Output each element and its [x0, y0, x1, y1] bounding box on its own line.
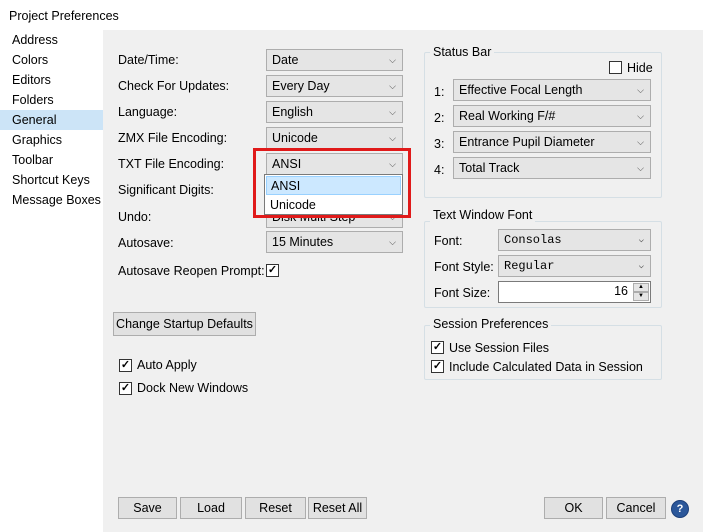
undo-label: Undo: — [118, 210, 152, 224]
status-row-2-value: Real Working F/# — [459, 109, 556, 123]
status-row-2-combo[interactable]: Real Working F/# ⌵ — [453, 105, 651, 127]
chevron-down-icon: ⌵ — [638, 261, 644, 271]
session-preferences-title: Session Preferences — [430, 317, 552, 331]
use-session-files-label: Use Session Files — [449, 341, 550, 355]
status-row-1-label: 1: — [434, 85, 445, 99]
status-row-3-value: Entrance Pupil Diameter — [459, 135, 595, 149]
annotation-highlight-box — [253, 148, 411, 218]
chevron-down-icon: ⌵ — [389, 237, 396, 247]
chevron-down-icon: ⌵ — [638, 235, 644, 245]
autosave-label: Autosave: — [118, 236, 174, 250]
status-row-4-label: 4: — [434, 163, 445, 177]
language-value: English — [272, 105, 313, 119]
ok-button[interactable]: OK — [544, 497, 603, 519]
font-style-combo[interactable]: Regular ⌵ — [498, 255, 651, 277]
font-label: Font: — [434, 234, 463, 248]
dock-new-windows-label: Dock New Windows — [137, 381, 249, 395]
reset-all-button[interactable]: Reset All — [308, 497, 367, 519]
sidebar-item-general[interactable]: General — [0, 110, 103, 130]
sidebar-item-shortcut-keys[interactable]: Shortcut Keys — [0, 170, 103, 190]
change-startup-defaults-button[interactable]: Change Startup Defaults — [113, 312, 256, 336]
text-window-font-title: Text Window Font — [430, 208, 536, 222]
chevron-down-icon: ⌵ — [389, 81, 396, 91]
sidebar-item-graphics[interactable]: Graphics — [0, 130, 103, 150]
spinner-buttons: ▲ ▼ — [633, 283, 649, 301]
status-row-2-label: 2: — [434, 111, 445, 125]
date-time-label: Date/Time: — [118, 53, 179, 67]
language-label: Language: — [118, 105, 178, 119]
status-row-1-value: Effective Focal Length — [459, 83, 583, 97]
hide-label: Hide — [627, 61, 653, 75]
chevron-down-icon: ⌵ — [389, 133, 396, 143]
status-row-3-label: 3: — [434, 137, 445, 151]
load-button[interactable]: Load — [180, 497, 242, 519]
save-button[interactable]: Save — [118, 497, 177, 519]
check-updates-value: Every Day — [272, 79, 330, 93]
dock-new-windows-checkbox[interactable]: ✓ — [119, 382, 132, 395]
font-combo[interactable]: Consolas ⌵ — [498, 229, 651, 251]
sidebar-item-toolbar[interactable]: Toolbar — [0, 150, 103, 170]
date-time-combo[interactable]: Date ⌵ — [266, 49, 403, 71]
autosave-reopen-checkbox[interactable]: ✓ — [266, 264, 279, 277]
check-updates-combo[interactable]: Every Day ⌵ — [266, 75, 403, 97]
sidebar: Address Colors Editors Folders General G… — [0, 30, 103, 532]
status-row-4-value: Total Track — [459, 161, 520, 175]
spin-up-icon[interactable]: ▲ — [633, 283, 649, 292]
chevron-down-icon: ⌵ — [637, 137, 644, 147]
font-style-value: Regular — [504, 259, 555, 273]
cancel-button[interactable]: Cancel — [606, 497, 666, 519]
reset-button[interactable]: Reset — [245, 497, 306, 519]
include-calculated-data-label: Include Calculated Data in Session — [449, 360, 643, 374]
sidebar-item-colors[interactable]: Colors — [0, 50, 103, 70]
status-bar-title: Status Bar — [430, 45, 495, 59]
hide-checkbox[interactable] — [609, 61, 622, 74]
chevron-down-icon: ⌵ — [637, 163, 644, 173]
help-icon[interactable]: ? — [671, 500, 689, 518]
sidebar-item-message-boxes[interactable]: Message Boxes — [0, 190, 103, 210]
zmx-encoding-combo[interactable]: Unicode ⌵ — [266, 127, 403, 149]
title-bar: Project Preferences — [0, 0, 703, 30]
font-value: Consolas — [504, 233, 562, 247]
font-size-spinner[interactable]: 16 ▲ ▼ — [498, 281, 651, 303]
include-calculated-data-checkbox[interactable]: ✓ — [431, 360, 444, 373]
autosave-value: 15 Minutes — [272, 235, 334, 249]
status-row-3-combo[interactable]: Entrance Pupil Diameter ⌵ — [453, 131, 651, 153]
language-combo[interactable]: English ⌵ — [266, 101, 403, 123]
significant-digits-label: Significant Digits: — [118, 183, 214, 197]
auto-apply-checkbox[interactable]: ✓ — [119, 359, 132, 372]
zmx-encoding-value: Unicode — [272, 131, 318, 145]
general-panel: Date/Time: Date ⌵ Check For Updates: Ever… — [103, 30, 703, 532]
txt-encoding-label: TXT File Encoding: — [118, 157, 225, 171]
zmx-encoding-label: ZMX File Encoding: — [118, 131, 228, 145]
status-row-4-combo[interactable]: Total Track ⌵ — [453, 157, 651, 179]
use-session-files-checkbox[interactable]: ✓ — [431, 341, 444, 354]
font-size-label: Font Size: — [434, 286, 491, 300]
chevron-down-icon: ⌵ — [637, 85, 644, 95]
spin-down-icon[interactable]: ▼ — [633, 292, 649, 301]
chevron-down-icon: ⌵ — [389, 55, 396, 65]
chevron-down-icon: ⌵ — [389, 107, 396, 117]
date-time-value: Date — [272, 53, 299, 67]
sidebar-item-editors[interactable]: Editors — [0, 70, 103, 90]
window-title: Project Preferences — [9, 9, 119, 23]
font-style-label: Font Style: — [434, 260, 494, 274]
autosave-reopen-label: Autosave Reopen Prompt: — [118, 264, 265, 278]
chevron-down-icon: ⌵ — [637, 111, 644, 121]
check-updates-label: Check For Updates: — [118, 79, 230, 93]
font-size-value: 16 — [614, 284, 628, 298]
autosave-combo[interactable]: 15 Minutes ⌵ — [266, 231, 403, 253]
sidebar-item-address[interactable]: Address — [0, 30, 103, 50]
status-row-1-combo[interactable]: Effective Focal Length ⌵ — [453, 79, 651, 101]
auto-apply-label: Auto Apply — [137, 358, 197, 372]
sidebar-item-folders[interactable]: Folders — [0, 90, 103, 110]
